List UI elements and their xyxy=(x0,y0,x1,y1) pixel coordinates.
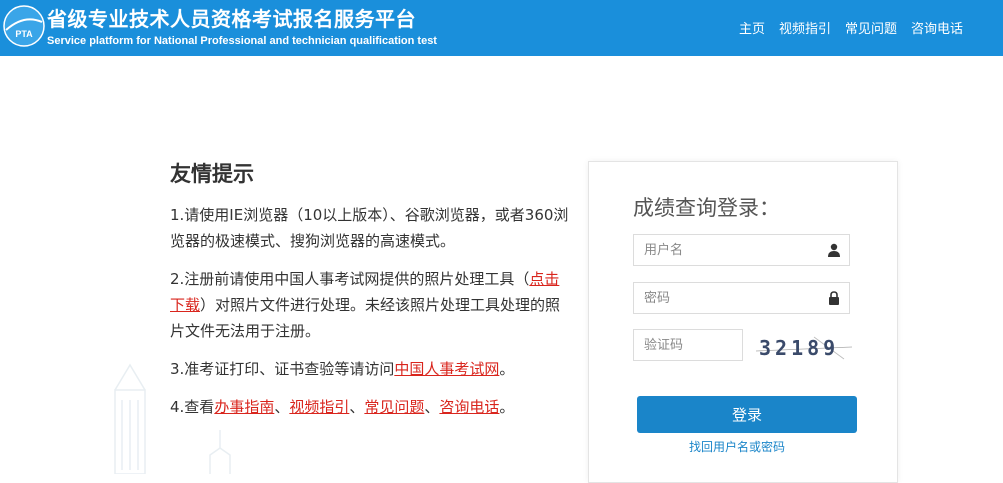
top-nav: 主页 视频指引 常见问题 咨询电话 xyxy=(739,18,963,37)
guide-link[interactable]: 办事指南 xyxy=(214,398,274,416)
nav-hotline[interactable]: 咨询电话 xyxy=(911,18,963,37)
tip-photo-text-b: ）对照片文件进行处理。未经该照片处理工具处理的照片文件无法用于注册。 xyxy=(170,296,561,340)
tip-cpta-text-a: 3.准考证打印、证书查验等请访问 xyxy=(170,360,395,378)
separator: 、 xyxy=(349,398,365,416)
top-header: PTA 省级专业技术人员资格考试报名服务平台 Service platform … xyxy=(0,0,1003,56)
nav-video-guide[interactable]: 视频指引 xyxy=(779,18,831,37)
password-field xyxy=(633,282,850,314)
user-icon xyxy=(828,243,840,257)
tip-cpta: 3.准考证打印、证书查验等请访问中国人事考试网。 xyxy=(170,356,570,382)
faq-link[interactable]: 常见问题 xyxy=(364,398,424,416)
cpta-link[interactable]: 中国人事考试网 xyxy=(394,360,499,378)
username-input[interactable] xyxy=(634,235,814,265)
logo-text: PTA xyxy=(15,29,33,39)
tip-links-text: 4.查看 xyxy=(170,398,215,416)
video-guide-link[interactable]: 视频指引 xyxy=(289,398,349,416)
nav-faq[interactable]: 常见问题 xyxy=(845,18,897,37)
captcha-image[interactable]: 32189 xyxy=(754,329,854,363)
lock-icon xyxy=(829,291,839,305)
site-title: 省级专业技术人员资格考试报名服务平台 xyxy=(47,7,416,31)
pta-logo: PTA xyxy=(3,5,45,47)
tip-photo-text-a: 2.注册前请使用中国人事考试网提供的照片处理工具（ xyxy=(170,270,530,288)
tip-links-end: 。 xyxy=(499,398,515,416)
captcha-input[interactable] xyxy=(634,330,739,360)
tip-photo-tool: 2.注册前请使用中国人事考试网提供的照片处理工具（点击下载）对照片文件进行处理。… xyxy=(170,266,570,344)
captcha-field xyxy=(633,329,743,361)
tip-browser: 1.请使用IE浏览器（10以上版本）、谷歌浏览器，或者360浏览器的极速模式、搜… xyxy=(170,206,569,250)
tips-heading: 友情提示 xyxy=(170,162,254,186)
nav-home[interactable]: 主页 xyxy=(739,18,765,37)
password-input[interactable] xyxy=(634,283,814,313)
captcha-text: 32189 xyxy=(759,336,839,360)
login-title: 成绩查询登录： xyxy=(633,196,780,220)
tip-cpta-text-b: 。 xyxy=(499,360,515,378)
username-field xyxy=(633,234,850,266)
login-panel: 成绩查询登录： 32189 登录 找回用户名或密码 xyxy=(588,161,898,483)
tip-links: 4.查看办事指南、视频指引、常见问题、咨询电话。 xyxy=(170,394,570,420)
separator: 、 xyxy=(424,398,440,416)
separator: 、 xyxy=(274,398,290,416)
login-button[interactable]: 登录 xyxy=(637,396,857,433)
friendly-tips: 友情提示 1.请使用IE浏览器（10以上版本）、谷歌浏览器，或者360浏览器的极… xyxy=(170,158,570,432)
forgot-credentials-link[interactable]: 找回用户名或密码 xyxy=(689,438,785,455)
hotline-link[interactable]: 咨询电话 xyxy=(439,398,499,416)
site-subtitle: Service platform for National Profession… xyxy=(47,35,437,47)
